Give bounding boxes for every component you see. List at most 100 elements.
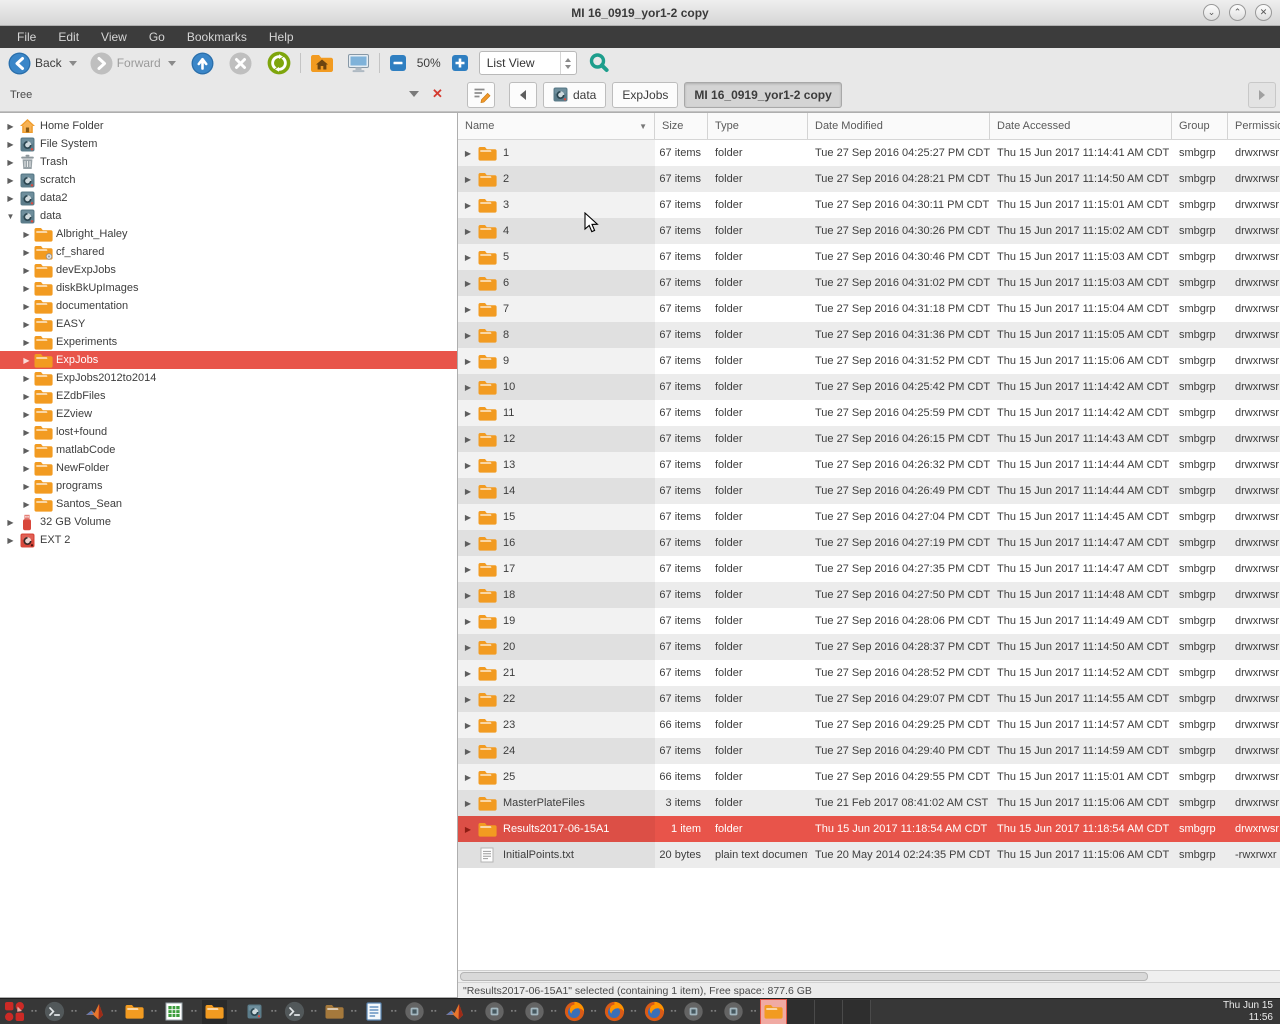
toggle-path-entry-button[interactable] (467, 82, 495, 108)
file-row-7[interactable]: ▶767 itemsfolderTue 27 Sep 2016 04:31:18… (458, 296, 1280, 322)
stop-button[interactable] (227, 52, 254, 75)
menu-go[interactable]: Go (138, 26, 176, 48)
taskbar-firefox-button[interactable] (602, 1000, 627, 1024)
expander-icon[interactable]: ▶ (4, 518, 17, 527)
menu-bookmarks[interactable]: Bookmarks (176, 26, 258, 48)
taskbar-drive-button[interactable] (242, 1000, 267, 1024)
file-row-25[interactable]: ▶2566 itemsfolderTue 27 Sep 2016 04:29:5… (458, 764, 1280, 790)
column-header-type[interactable]: Type (708, 113, 808, 139)
expander-icon[interactable]: ▶ (462, 617, 474, 626)
expander-icon[interactable]: ▶ (462, 721, 474, 730)
up-button[interactable] (189, 52, 216, 75)
expander-icon[interactable]: ▶ (462, 435, 474, 444)
close-button[interactable]: ✕ (1255, 4, 1272, 21)
breadcrumb-data[interactable]: data (543, 82, 606, 108)
expander-icon[interactable]: ▶ (20, 410, 33, 419)
file-row-results2017-06-15a1[interactable]: ▶Results2017-06-15A11 itemfolderThu 15 J… (458, 816, 1280, 842)
expander-icon[interactable]: ▶ (20, 338, 33, 347)
file-row-6[interactable]: ▶667 itemsfolderTue 27 Sep 2016 04:31:02… (458, 270, 1280, 296)
expander-icon[interactable]: ▶ (462, 201, 474, 210)
file-row-12[interactable]: ▶1267 itemsfolderTue 27 Sep 2016 04:26:1… (458, 426, 1280, 452)
expander-icon[interactable]: ▶ (462, 227, 474, 236)
expander-icon[interactable]: ▶ (462, 825, 474, 834)
menu-help[interactable]: Help (258, 26, 305, 48)
file-row-20[interactable]: ▶2067 itemsfolderTue 27 Sep 2016 04:28:3… (458, 634, 1280, 660)
expander-icon[interactable]: ▶ (4, 176, 17, 185)
file-row-14[interactable]: ▶1467 itemsfolderTue 27 Sep 2016 04:26:4… (458, 478, 1280, 504)
file-row-24[interactable]: ▶2467 itemsfolderTue 27 Sep 2016 04:29:4… (458, 738, 1280, 764)
tree-item-file-system[interactable]: ▶File System (0, 135, 457, 153)
tree-panel-close-icon[interactable]: ✕ (432, 86, 443, 102)
view-mode-select[interactable]: List View (479, 51, 577, 75)
file-row-11[interactable]: ▶1167 itemsfolderTue 27 Sep 2016 04:25:5… (458, 400, 1280, 426)
expander-icon[interactable]: ▶ (462, 175, 474, 184)
expander-icon[interactable]: ▶ (462, 773, 474, 782)
home-button[interactable] (308, 53, 336, 73)
expander-icon[interactable]: ▶ (20, 248, 33, 257)
expander-icon[interactable]: ▶ (20, 500, 33, 509)
taskbar-matlab-button[interactable] (442, 1000, 467, 1024)
menu-file[interactable]: File (6, 26, 47, 48)
expander-icon[interactable]: ▶ (462, 747, 474, 756)
search-button[interactable] (586, 52, 612, 74)
expander-icon[interactable]: ▶ (20, 302, 33, 311)
expander-icon[interactable]: ▶ (20, 230, 33, 239)
column-header-date-accessed[interactable]: Date Accessed (990, 113, 1172, 139)
expander-icon[interactable]: ▶ (20, 320, 33, 329)
tree-item-data2[interactable]: ▶data2 (0, 189, 457, 207)
taskbar-folder-active-button[interactable] (761, 1000, 786, 1024)
tree-item-expjobs[interactable]: ▶ExpJobs (0, 351, 457, 369)
taskbar-app-button[interactable] (402, 1000, 427, 1024)
taskbar-app-button[interactable] (482, 1000, 507, 1024)
file-row-19[interactable]: ▶1967 itemsfolderTue 27 Sep 2016 04:28:0… (458, 608, 1280, 634)
minimize-button[interactable]: ⌄ (1203, 4, 1220, 21)
expander-icon[interactable]: ▶ (20, 446, 33, 455)
expander-icon[interactable]: ▶ (462, 669, 474, 678)
maximize-button[interactable]: ⌃ (1229, 4, 1246, 21)
file-row-initialpoints-txt[interactable]: InitialPoints.txt20 bytesplain text docu… (458, 842, 1280, 868)
tree-item-expjobs2012to2014[interactable]: ▶ExpJobs2012to2014 (0, 369, 457, 387)
expander-icon[interactable]: ▶ (462, 305, 474, 314)
taskbar-terminal-button[interactable] (282, 1000, 307, 1024)
expander-icon[interactable]: ▶ (462, 487, 474, 496)
column-header-group[interactable]: Group (1172, 113, 1228, 139)
menu-view[interactable]: View (90, 26, 138, 48)
file-row-9[interactable]: ▶967 itemsfolderTue 27 Sep 2016 04:31:52… (458, 348, 1280, 374)
tree-item-trash[interactable]: ▶Trash (0, 153, 457, 171)
file-row-5[interactable]: ▶567 itemsfolderTue 27 Sep 2016 04:30:46… (458, 244, 1280, 270)
expander-icon[interactable]: ▼ (4, 212, 17, 221)
expander-icon[interactable]: ▶ (20, 284, 33, 293)
tree-item-data[interactable]: ▼data (0, 207, 457, 225)
file-row-2[interactable]: ▶267 itemsfolderTue 27 Sep 2016 04:28:21… (458, 166, 1280, 192)
tree-item-experiments[interactable]: ▶Experiments (0, 333, 457, 351)
taskbar-document-button[interactable] (362, 1000, 387, 1024)
tree-item-32-gb-volume[interactable]: ▶32 GB Volume (0, 513, 457, 531)
tree-item-lost-found[interactable]: ▶lost+found (0, 423, 457, 441)
file-row-10[interactable]: ▶1067 itemsfolderTue 27 Sep 2016 04:25:4… (458, 374, 1280, 400)
tree-item-santos-sean[interactable]: ▶Santos_Sean (0, 495, 457, 513)
taskbar-folder-button[interactable] (202, 1000, 227, 1024)
expander-icon[interactable]: ▶ (20, 392, 33, 401)
tree-item-matlabcode[interactable]: ▶matlabCode (0, 441, 457, 459)
horizontal-scrollbar-thumb[interactable] (460, 972, 1148, 981)
file-row-17[interactable]: ▶1767 itemsfolderTue 27 Sep 2016 04:27:3… (458, 556, 1280, 582)
taskbar-app-button[interactable] (681, 1000, 706, 1024)
tree-item-home-folder[interactable]: ▶Home Folder (0, 117, 457, 135)
expander-icon[interactable]: ▶ (462, 331, 474, 340)
file-row-23[interactable]: ▶2366 itemsfolderTue 27 Sep 2016 04:29:2… (458, 712, 1280, 738)
taskbar-calc-button[interactable] (162, 1000, 187, 1024)
expander-icon[interactable]: ▶ (4, 194, 17, 203)
column-header-permissions[interactable]: Permissions (1228, 113, 1280, 139)
taskbar-matlab-button[interactable] (82, 1000, 107, 1024)
expander-icon[interactable]: ▶ (20, 464, 33, 473)
tree-item-ezdbfiles[interactable]: ▶EZdbFiles (0, 387, 457, 405)
expander-icon[interactable]: ▶ (20, 482, 33, 491)
expander-icon[interactable]: ▶ (462, 591, 474, 600)
expander-icon[interactable]: ▶ (462, 461, 474, 470)
expander-icon[interactable]: ▶ (4, 158, 17, 167)
tree-item-ext-2[interactable]: ▶EXT 2 (0, 531, 457, 549)
back-history-dropdown[interactable] (69, 61, 77, 66)
expander-icon[interactable]: ▶ (462, 253, 474, 262)
file-row-13[interactable]: ▶1367 itemsfolderTue 27 Sep 2016 04:26:3… (458, 452, 1280, 478)
expander-icon[interactable]: ▶ (462, 357, 474, 366)
